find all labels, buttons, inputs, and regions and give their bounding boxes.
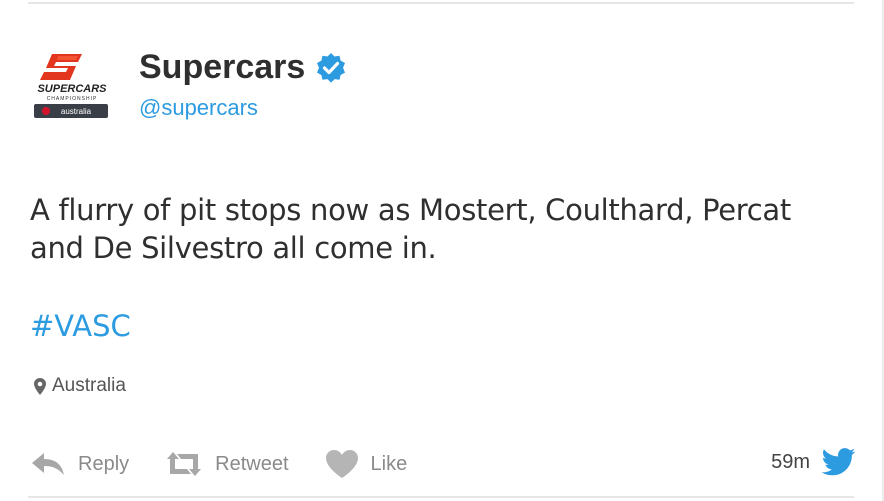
tweet-meta: 59m (771, 448, 856, 476)
tweet-actions: Reply Retweet Like (30, 446, 443, 482)
reply-button[interactable]: Reply (30, 451, 129, 477)
bottom-divider (28, 496, 854, 498)
display-name-row[interactable]: Supercars (139, 48, 347, 87)
like-label: Like (370, 452, 408, 475)
retweet-label: Retweet (215, 452, 289, 475)
retweet-icon (167, 452, 202, 476)
supercars-logo: SUPERCARS CHAMPIONSHIP australia (34, 54, 108, 118)
tweet-timestamp[interactable]: 59m (771, 451, 810, 474)
hashtag-link[interactable]: #VASC (30, 309, 131, 343)
logo-subtext: CHAMPIONSHIP (47, 96, 98, 102)
like-button[interactable]: Like (325, 449, 408, 479)
logo-wordmark: SUPERCARS (37, 83, 107, 95)
twitter-bird-icon[interactable] (822, 448, 856, 476)
tweet-text: A flurry of pit stops now as Mostert, Co… (30, 193, 791, 265)
tweet-location[interactable]: Australia (34, 375, 126, 397)
top-divider (28, 2, 854, 4)
heart-icon (325, 450, 358, 478)
verified-badge-icon (315, 52, 347, 84)
map-pin-icon (34, 377, 46, 395)
reply-label: Reply (78, 452, 130, 475)
retweet-button[interactable]: Retweet (165, 451, 289, 477)
display-name[interactable]: Supercars (139, 48, 305, 87)
tweet-card: SUPERCARS CHAMPIONSHIP australia Superca… (0, 0, 884, 501)
account-avatar[interactable]: SUPERCARS CHAMPIONSHIP australia (30, 48, 114, 122)
logo-sponsor: australia (61, 107, 92, 116)
reply-arrow-icon (32, 453, 64, 475)
location-label: Australia (52, 375, 126, 396)
account-handle[interactable]: @supercars (139, 95, 258, 121)
